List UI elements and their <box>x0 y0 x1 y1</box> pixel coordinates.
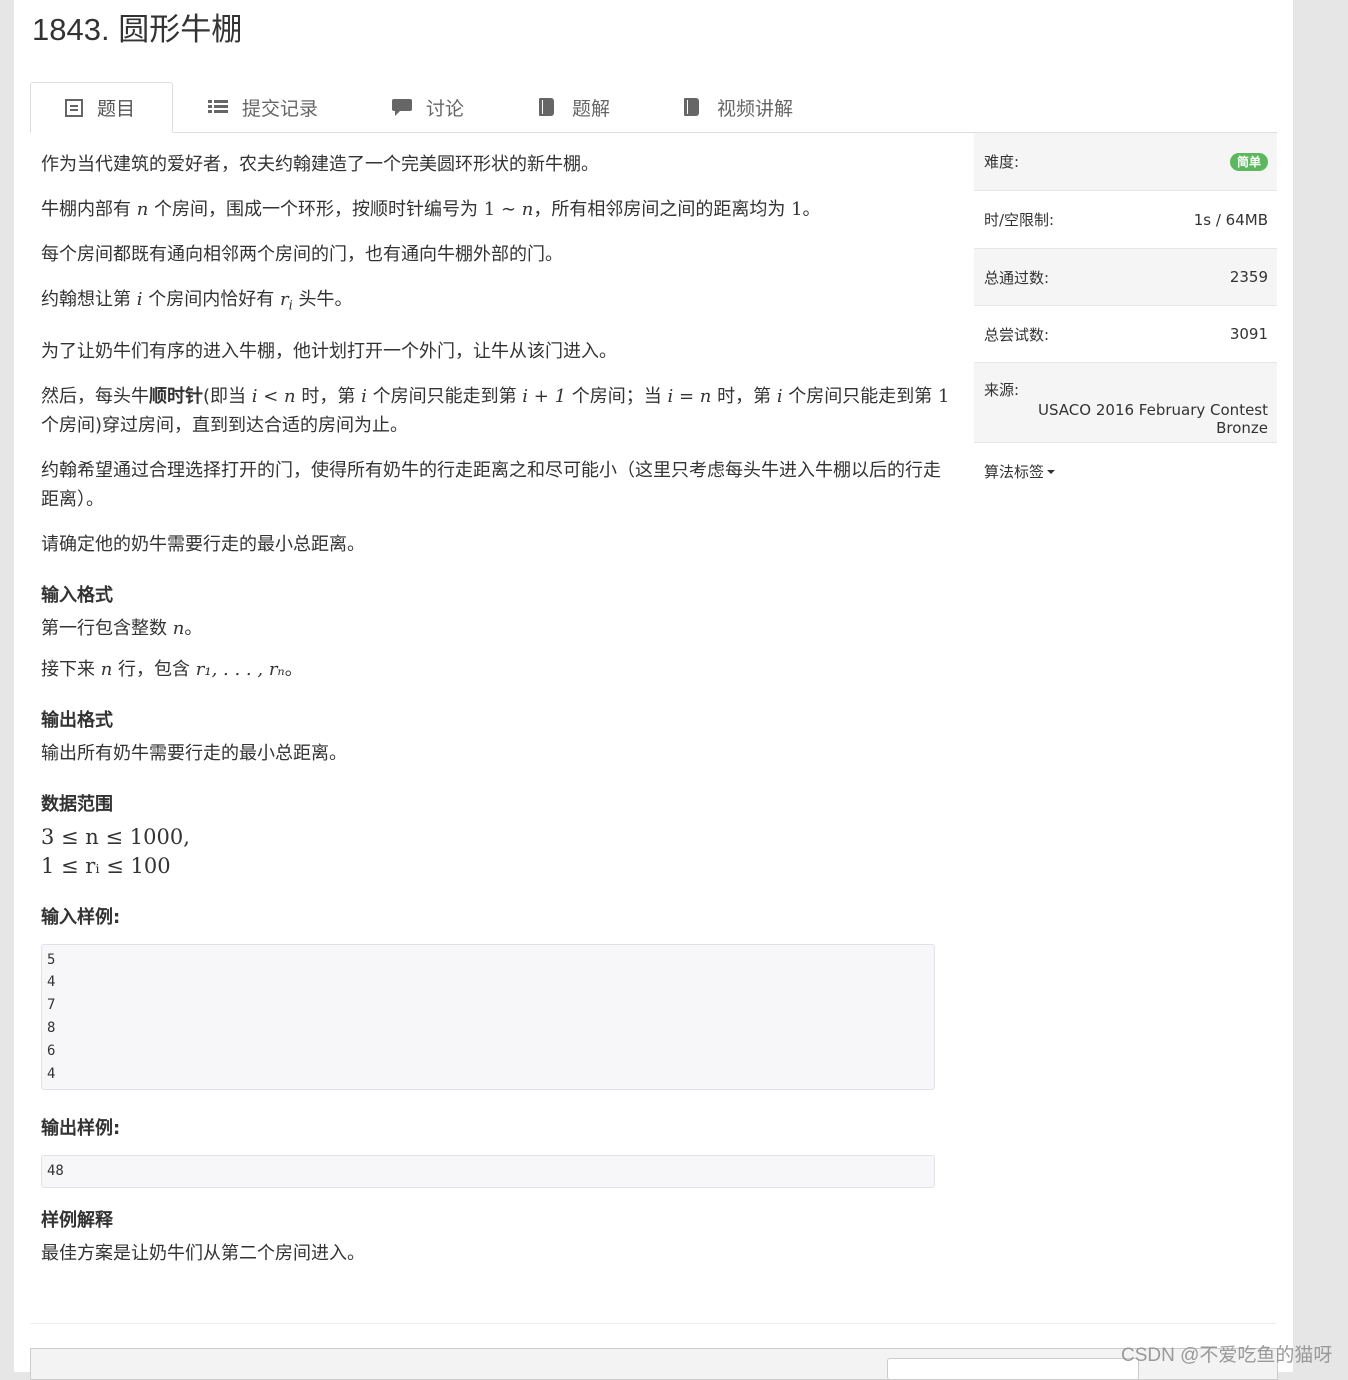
problem-info-sidebar: 难度: 简单 时/空限制: 1s / 64MB 总通过数: 2359 总尝试数:… <box>974 132 1277 499</box>
source-value[interactable]: USACO 2016 February Contest Bronze <box>984 401 1268 437</box>
tab-label: 题目 <box>97 98 136 120</box>
tab-bar: 题目 提交记录 讨论 题解 视频讲解 <box>30 82 1276 133</box>
passed-row: 总通过数: 2359 <box>974 249 1277 306</box>
tab-submissions[interactable]: 提交记录 <box>174 82 339 132</box>
sample-output-block[interactable]: 48 <box>41 1155 935 1189</box>
input-format-line: 接下来 n 行，包含 r₁, . . . , rₙ。 <box>41 658 303 680</box>
range-line: 1 ≤ rᵢ ≤ 100 <box>41 853 171 878</box>
comment-icon <box>392 98 412 116</box>
sample-input-block[interactable]: 5 4 7 8 6 4 <box>41 943 935 1091</box>
section-divider <box>30 1323 1276 1324</box>
tried-row: 总尝试数: 3091 <box>974 306 1277 363</box>
tab-video[interactable]: 视频讲解 <box>649 82 819 132</box>
tab-discussion[interactable]: 讨论 <box>358 82 488 132</box>
page-title: 1843. 圆形牛棚 <box>32 12 243 47</box>
desc-paragraph: 牛棚内部有 n 个房间，围成一个环形，按顺时针编号为 1 ∼ n，所有相邻房间之… <box>41 199 821 220</box>
language-select[interactable] <box>887 1358 1139 1380</box>
section-heading: 数据范围 <box>41 793 113 815</box>
desc-paragraph: 然后，每头牛顺时针(即当 i < n 时，第 i 个房间只能走到第 i + 1 … <box>41 385 950 436</box>
desc-paragraph: 约翰希望通过合理选择打开的门，使得所有奶牛的行走距离之和尽可能小（这里只考虑每头… <box>41 459 941 510</box>
book-icon <box>683 98 703 116</box>
desc-paragraph: 为了让奶牛们有序的进入牛棚，他计划打开一个外门，让牛从该门进入。 <box>41 340 617 362</box>
difficulty-row: 难度: 简单 <box>974 133 1277 191</box>
problem-panel: 1843. 圆形牛棚 题目 提交记录 讨论 题解 视频讲解 作为当代建筑的爱好者… <box>14 0 1293 1380</box>
list-icon <box>208 98 228 116</box>
desc-paragraph: 约翰想让第 i 个房间内恰好有 ri 头牛。 <box>41 289 353 314</box>
section-heading: 输出样例: <box>41 1118 121 1140</box>
desc-paragraph: 每个房间都既有通向相邻两个房间的门，也有通向牛棚外部的门。 <box>41 244 563 265</box>
section-heading: 输出格式 <box>41 709 113 731</box>
desc-paragraph: 作为当代建筑的爱好者，农夫约翰建造了一个完美圆环形状的新牛棚。 <box>41 154 599 175</box>
tab-label: 题解 <box>572 97 611 120</box>
tab-label: 提交记录 <box>242 97 319 120</box>
tab-solutions[interactable]: 题解 <box>504 82 634 132</box>
section-heading: 样例解释 <box>41 1210 113 1232</box>
caret-down-icon <box>1047 470 1056 474</box>
list-alt-icon <box>65 98 83 117</box>
input-format-line: 第一行包含整数 n。 <box>41 617 203 639</box>
output-format-text: 输出所有奶牛需要行走的最小总距离。 <box>41 742 347 764</box>
book-icon <box>538 98 558 116</box>
section-heading: 输入样例: <box>41 906 121 928</box>
csdn-watermark: CSDN @不爱吃鱼的猫呀 <box>1121 1345 1333 1366</box>
tab-label: 讨论 <box>426 97 465 120</box>
limit-row: 时/空限制: 1s / 64MB <box>974 191 1277 249</box>
tab-label: 视频讲解 <box>717 97 794 120</box>
problem-description: 作为当代建筑的爱好者，农夫约翰建造了一个完美圆环形状的新牛棚。 牛棚内部有 n … <box>41 150 951 1284</box>
source-row: 来源: USACO 2016 February Contest Bronze <box>974 363 1277 443</box>
explanation-text: 最佳方案是让奶牛们从第二个房间进入。 <box>41 1243 365 1265</box>
difficulty-badge: 简单 <box>1229 152 1268 171</box>
desc-paragraph: 请确定他的奶牛需要行走的最小总距离。 <box>41 533 365 555</box>
tags-row: 算法标签 <box>974 443 1277 499</box>
range-line: 3 ≤ n ≤ 1000, <box>41 824 190 849</box>
tags-dropdown[interactable]: 算法标签 <box>984 461 1056 482</box>
tab-problem[interactable]: 题目 <box>30 82 173 133</box>
section-heading: 输入格式 <box>41 584 113 606</box>
